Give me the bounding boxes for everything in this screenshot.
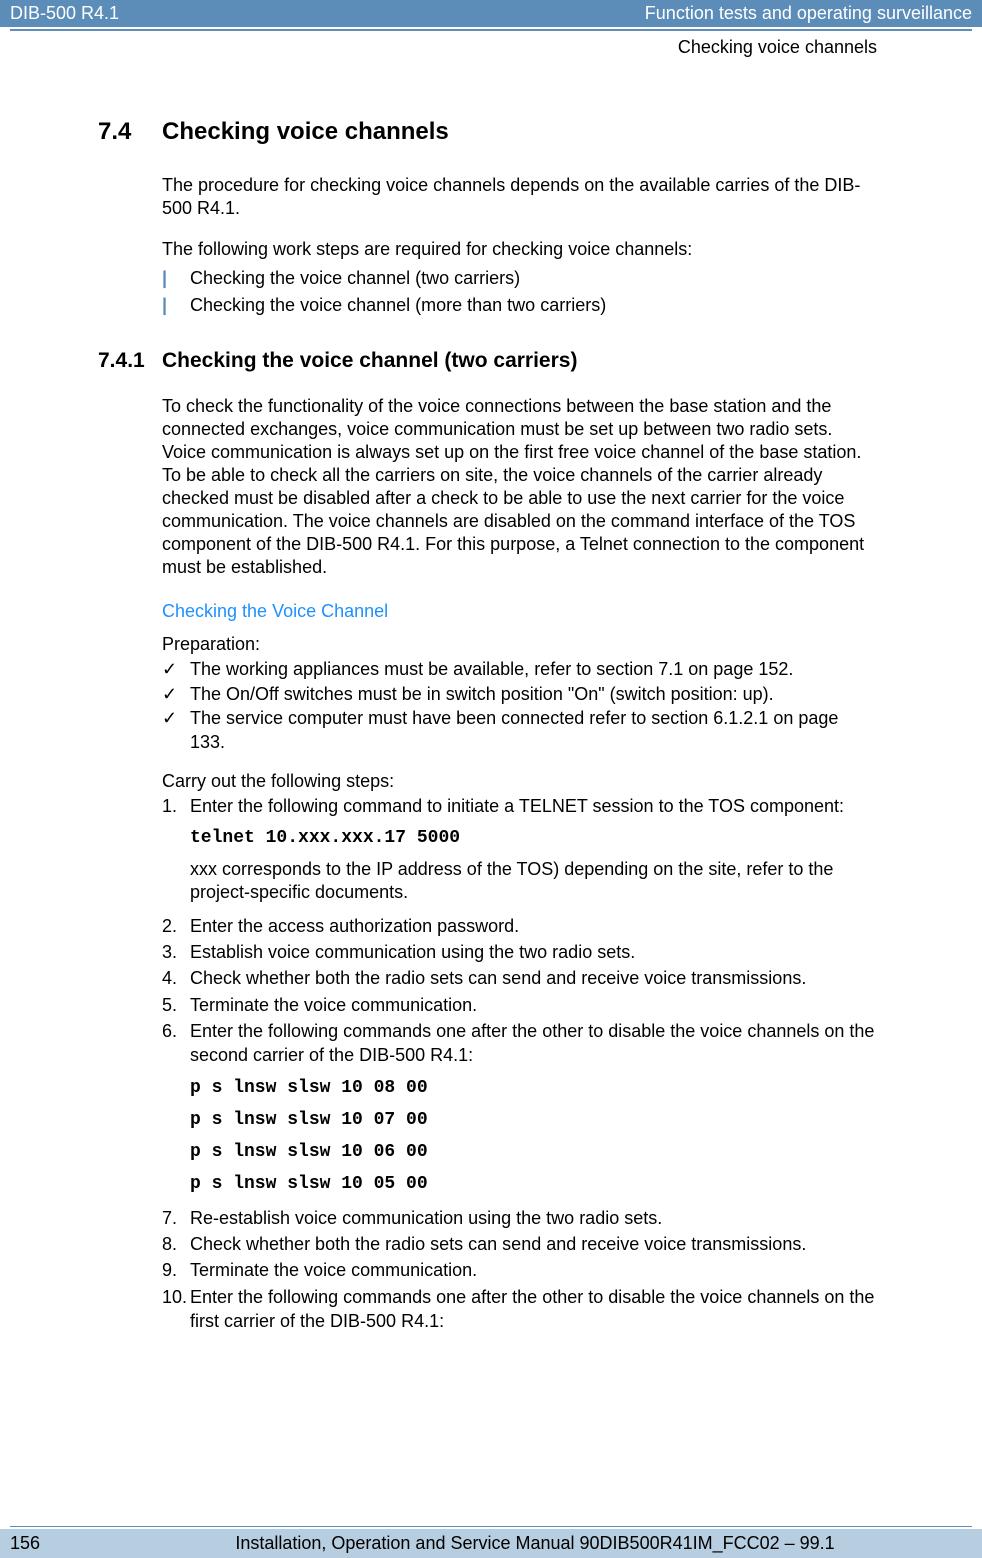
list-text: Enter the following commands one after t… bbox=[190, 1019, 877, 1068]
header-bar: DIB-500 R4.1 Function tests and operatin… bbox=[0, 0, 982, 27]
list-text: Check whether both the radio sets can se… bbox=[190, 966, 806, 990]
list-item: | Checking the voice channel (more than … bbox=[162, 292, 877, 319]
list-text: The working appliances must be available… bbox=[190, 657, 793, 681]
step-note: xxx corresponds to the IP address of the… bbox=[190, 858, 877, 904]
code-block: telnet 10.xxx.xxx.17 5000 bbox=[190, 828, 877, 848]
list-item: 5.Terminate the voice communication. bbox=[162, 993, 877, 1017]
footer-bar: 156 Installation, Operation and Service … bbox=[0, 1529, 982, 1558]
preparation-label: Preparation: bbox=[162, 634, 877, 655]
step-number: 5. bbox=[162, 993, 190, 1017]
header-right: Function tests and operating surveillanc… bbox=[645, 3, 972, 24]
list-text: Checking the voice channel (more than tw… bbox=[190, 292, 606, 319]
code-block: p s lnsw slsw 10 08 00 p s lnsw slsw 10 … bbox=[190, 1078, 877, 1194]
numbered-list: 7.Re-establish voice communication using… bbox=[162, 1206, 877, 1333]
paragraph: The procedure for checking voice channel… bbox=[162, 174, 877, 220]
code-line: telnet 10.xxx.xxx.17 5000 bbox=[190, 828, 877, 848]
page-content: 7.4 Checking voice channels The procedur… bbox=[0, 58, 982, 1333]
subsection-number: 7.4.1 bbox=[98, 349, 162, 373]
list-text: Re-establish voice communication using t… bbox=[190, 1206, 662, 1230]
numbered-list: 2.Enter the access authorization passwor… bbox=[162, 914, 877, 1068]
subheader: Checking voice channels bbox=[0, 31, 982, 58]
footer: 156 Installation, Operation and Service … bbox=[0, 1526, 982, 1558]
list-text: The On/Off switches must be in switch po… bbox=[190, 682, 774, 706]
list-text: Terminate the voice communication. bbox=[190, 993, 477, 1017]
section-title: Checking voice channels bbox=[162, 118, 449, 146]
step-number: 4. bbox=[162, 966, 190, 990]
carry-out-label: Carry out the following steps: bbox=[162, 771, 877, 792]
list-text: Checking the voice channel (two carriers… bbox=[190, 265, 520, 292]
step-number: 1. bbox=[162, 794, 190, 818]
list-item: | Checking the voice channel (two carrie… bbox=[162, 265, 877, 292]
check-list: ✓ The working appliances must be availab… bbox=[162, 657, 877, 754]
page-number: 156 bbox=[10, 1533, 98, 1554]
list-item: 10.Enter the following commands one afte… bbox=[162, 1285, 877, 1334]
list-text: Enter the following commands one after t… bbox=[190, 1285, 877, 1334]
section-number: 7.4 bbox=[98, 118, 162, 146]
subsection-heading: 7.4.1 Checking the voice channel (two ca… bbox=[98, 349, 877, 373]
list-item: 6.Enter the following commands one after… bbox=[162, 1019, 877, 1068]
step-number: 6. bbox=[162, 1019, 190, 1068]
footer-rule bbox=[10, 1526, 972, 1527]
bar-icon: | bbox=[162, 292, 190, 319]
paragraph: To check the functionality of the voice … bbox=[162, 395, 877, 579]
section-heading: 7.4 Checking voice channels bbox=[98, 118, 877, 146]
code-line: p s lnsw slsw 10 08 00 bbox=[190, 1078, 877, 1098]
step-number: 10. bbox=[162, 1285, 190, 1334]
step-number: 9. bbox=[162, 1258, 190, 1282]
list-item: 8.Check whether both the radio sets can … bbox=[162, 1232, 877, 1256]
list-item: 4.Check whether both the radio sets can … bbox=[162, 966, 877, 990]
check-icon: ✓ bbox=[162, 706, 190, 755]
step-number: 8. bbox=[162, 1232, 190, 1256]
code-line: p s lnsw slsw 10 05 00 bbox=[190, 1174, 877, 1194]
list-item: ✓ The service computer must have been co… bbox=[162, 706, 877, 755]
subsection-title: Checking the voice channel (two carriers… bbox=[162, 349, 577, 373]
list-text: The service computer must have been conn… bbox=[190, 706, 877, 755]
list-text: Enter the access authorization password. bbox=[190, 914, 519, 938]
paragraph: The following work steps are required fo… bbox=[162, 238, 877, 261]
list-text: Check whether both the radio sets can se… bbox=[190, 1232, 806, 1256]
check-icon: ✓ bbox=[162, 682, 190, 706]
procedure-heading: Checking the Voice Channel bbox=[162, 601, 877, 622]
list-item: ✓ The On/Off switches must be in switch … bbox=[162, 682, 877, 706]
list-text: Enter the following command to initiate … bbox=[190, 794, 844, 818]
step-number: 3. bbox=[162, 940, 190, 964]
footer-text: Installation, Operation and Service Manu… bbox=[98, 1533, 972, 1554]
numbered-list: 1. Enter the following command to initia… bbox=[162, 794, 877, 818]
header-left: DIB-500 R4.1 bbox=[10, 3, 119, 24]
step-number: 2. bbox=[162, 914, 190, 938]
code-line: p s lnsw slsw 10 06 00 bbox=[190, 1142, 877, 1162]
list-item: 7.Re-establish voice communication using… bbox=[162, 1206, 877, 1230]
list-item: 3.Establish voice communication using th… bbox=[162, 940, 877, 964]
bar-icon: | bbox=[162, 265, 190, 292]
bar-list: | Checking the voice channel (two carrie… bbox=[162, 265, 877, 319]
list-item: 9.Terminate the voice communication. bbox=[162, 1258, 877, 1282]
list-item: ✓ The working appliances must be availab… bbox=[162, 657, 877, 681]
list-item: 1. Enter the following command to initia… bbox=[162, 794, 877, 818]
list-item: 2.Enter the access authorization passwor… bbox=[162, 914, 877, 938]
check-icon: ✓ bbox=[162, 657, 190, 681]
list-text: Terminate the voice communication. bbox=[190, 1258, 477, 1282]
list-text: Establish voice communication using the … bbox=[190, 940, 635, 964]
step-number: 7. bbox=[162, 1206, 190, 1230]
code-line: p s lnsw slsw 10 07 00 bbox=[190, 1110, 877, 1130]
